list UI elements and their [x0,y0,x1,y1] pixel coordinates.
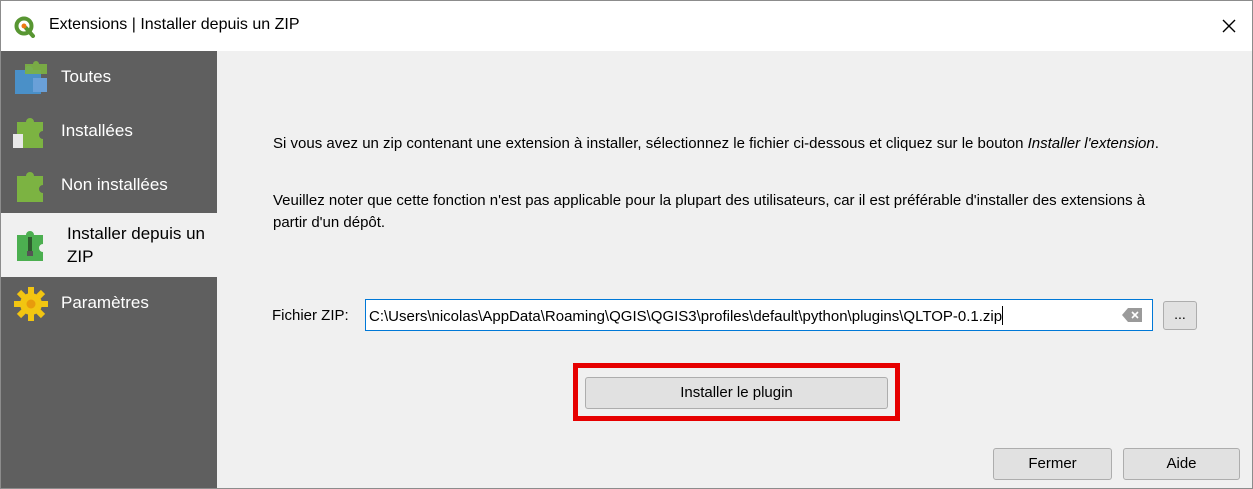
intro-text: Si vous avez un zip contenant une extens… [273,135,1028,152]
sidebar-item-installees[interactable]: Installées [1,105,217,159]
intro-paragraph: Si vous avez un zip contenant une extens… [273,133,1173,155]
puzzle-not-installed-icon [11,168,51,204]
note-paragraph: Veuillez noter que cette fonction n'est … [273,192,1146,231]
clear-input-icon[interactable] [1122,308,1142,322]
sidebar-item-label: Installées [61,121,133,140]
sidebar-item-label: Paramètres [61,293,149,312]
help-button[interactable]: Aide [1123,448,1240,480]
gear-icon [11,286,51,322]
plugins-dialog: Extensions | Installer depuis un ZIP Tou… [0,0,1253,489]
puzzle-zip-icon [11,227,51,263]
sidebar-item-label: Toutes [61,67,112,86]
qgis-logo-icon [14,16,36,38]
sidebar-item-parametres[interactable]: Paramètres [1,277,217,331]
browse-button[interactable]: ... [1163,301,1197,330]
zip-install-panel: Si vous avez un zip contenant une extens… [218,51,1252,488]
zip-path-value: C:\Users\nicolas\AppData\Roaming\QGIS\QG… [369,308,1003,325]
sidebar-item-label: Non installées [61,175,168,194]
close-button[interactable]: Fermer [993,448,1112,480]
zip-path-input[interactable]: C:\Users\nicolas\AppData\Roaming\QGIS\QG… [365,299,1153,331]
text-caret [1002,306,1004,325]
title-bar: Extensions | Installer depuis un ZIP [1,1,1252,51]
puzzle-all-icon [11,60,51,96]
sidebar: Toutes Installées Non installées Install… [1,51,217,488]
install-plugin-button[interactable]: Installer le plugin [585,377,888,409]
close-window-button[interactable] [1206,1,1252,51]
puzzle-installed-icon [11,114,51,150]
intro-end: . [1154,135,1159,152]
window-title: Extensions | Installer depuis un ZIP [49,16,300,33]
sidebar-item-non-installees[interactable]: Non installées [1,159,217,213]
sidebar-item-toutes[interactable]: Toutes [1,51,217,105]
intro-emphasis: Installer l'extension [1027,135,1155,152]
close-icon [1222,19,1236,33]
sidebar-item-label: Installer depuis un ZIP [67,224,205,266]
sidebar-item-installer-zip[interactable]: Installer depuis un ZIP [1,213,217,277]
zip-file-label: Fichier ZIP: [272,307,349,324]
